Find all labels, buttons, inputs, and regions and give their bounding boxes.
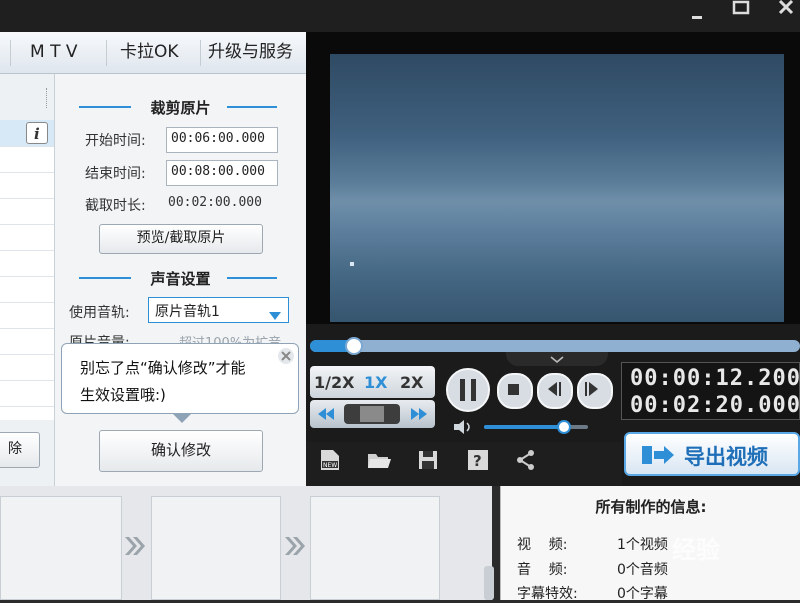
- save-icon[interactable]: [416, 448, 440, 472]
- seek-bar[interactable]: [310, 337, 800, 355]
- tab-bar: M T V 卡拉OK 升级与服务: [0, 32, 306, 74]
- speed-normal[interactable]: 1X: [364, 373, 387, 392]
- column-divider: [46, 88, 47, 108]
- start-time-field[interactable]: 00:06:00.000: [166, 127, 278, 153]
- list-item[interactable]: [0, 250, 54, 277]
- confirm-button[interactable]: 确认修改: [99, 430, 263, 472]
- list-item[interactable]: [0, 198, 54, 225]
- open-folder-icon[interactable]: [366, 448, 392, 472]
- speed-selector[interactable]: 1/2X 1X 2X: [310, 366, 435, 398]
- list-item[interactable]: [0, 146, 54, 173]
- storyboard-slot[interactable]: [151, 496, 281, 600]
- toolbar: [306, 442, 622, 486]
- tab-karaoke[interactable]: 卡拉OK: [120, 32, 179, 74]
- next-frame-button[interactable]: [577, 373, 613, 409]
- maximize-icon[interactable]: [731, 0, 751, 16]
- new-project-icon[interactable]: NEW: [318, 448, 342, 472]
- tab-separator: [10, 40, 11, 66]
- current-time: 00:00:12.200: [630, 366, 800, 391]
- delete-button[interactable]: 除: [0, 432, 40, 468]
- info-subtitle-value: 0个字幕: [617, 586, 668, 602]
- video-speck: [350, 262, 354, 266]
- arrow-right-icon: [124, 534, 146, 558]
- storyboard-scrollbar[interactable]: [484, 566, 494, 600]
- duration-value: 00:02:00.000: [168, 195, 262, 210]
- jog-shuttle[interactable]: [310, 400, 435, 428]
- seek-bar-handle[interactable]: [345, 337, 364, 355]
- video-frame[interactable]: [330, 54, 784, 322]
- tab-separator: [200, 40, 201, 66]
- volume-icon[interactable]: [452, 418, 476, 436]
- tooltip-line-2: 生效设置哦:): [80, 386, 166, 404]
- help-icon[interactable]: ?: [466, 448, 490, 472]
- preview-crop-button[interactable]: 预览/截取原片: [99, 224, 263, 254]
- list-item[interactable]: [0, 172, 54, 199]
- audio-track-select[interactable]: 原片音轨1: [148, 297, 289, 323]
- close-icon[interactable]: [776, 0, 796, 16]
- minimize-icon[interactable]: [690, 6, 704, 20]
- pause-button[interactable]: [446, 368, 490, 412]
- section-divider: [227, 277, 277, 279]
- info-audio-value: 0个音频: [617, 562, 668, 578]
- info-subtitle-label: 字幕特效:: [517, 586, 578, 602]
- section-divider: [227, 106, 277, 108]
- reminder-tooltip: 别忘了点“确认修改”才能 生效设置哦:): [61, 343, 299, 423]
- total-time: 00:02:20.000: [630, 393, 800, 418]
- jog-shuttle-graphic: [318, 404, 427, 424]
- tab-mtv[interactable]: M T V: [30, 32, 78, 74]
- list-footer: 除: [0, 420, 54, 486]
- info-icon[interactable]: i: [26, 122, 48, 144]
- list-item[interactable]: [0, 328, 54, 355]
- file-list: i 除: [0, 74, 55, 486]
- storyboard-slot[interactable]: [310, 496, 440, 600]
- chevron-down-icon: [269, 306, 281, 325]
- tab-upgrade-service[interactable]: 升级与服务: [208, 32, 293, 74]
- list-item[interactable]: [0, 380, 54, 407]
- export-label: 导出视频: [684, 445, 768, 469]
- settings-panel: 裁剪原片 开始时间: 00:06:00.000 结束时间: 00:08:00.0…: [55, 74, 306, 486]
- info-title: 所有制作的信息:: [595, 498, 707, 516]
- volume-slider[interactable]: [484, 420, 588, 434]
- collapse-tab[interactable]: [506, 352, 608, 366]
- time-display: 00:00:12.200 00:02:20.000: [621, 362, 800, 420]
- svg-text:i: i: [34, 125, 40, 143]
- title-bar: [0, 0, 800, 32]
- end-time-field[interactable]: 00:08:00.000: [166, 160, 278, 186]
- volume-slider-handle[interactable]: [557, 420, 572, 434]
- speed-half[interactable]: 1/2X: [314, 373, 354, 392]
- tooltip-line-1: 别忘了点“确认修改”才能: [80, 359, 246, 377]
- tooltip-pointer: [172, 413, 192, 423]
- list-item[interactable]: [0, 276, 54, 303]
- audio-track-value: 原片音轨1: [155, 304, 220, 320]
- storyboard-slot[interactable]: [0, 496, 122, 600]
- end-time-label: 结束时间:: [85, 166, 146, 182]
- duration-label: 截取时长:: [85, 198, 146, 214]
- arrow-right-icon: [284, 534, 306, 558]
- share-icon[interactable]: [514, 448, 538, 472]
- svg-text:NEW: NEW: [323, 462, 337, 469]
- info-video-label: 视 频:: [517, 537, 568, 553]
- list-item[interactable]: [0, 224, 54, 251]
- stop-button[interactable]: [497, 373, 533, 409]
- list-item[interactable]: [0, 354, 54, 381]
- watermark: 经验: [672, 536, 720, 564]
- production-info-panel: 所有制作的信息: 视 频: 1个视频 音 频: 0个音频 字幕特效: 0个字幕: [500, 486, 800, 602]
- list-item[interactable]: [0, 302, 54, 329]
- info-audio-label: 音 频:: [517, 562, 568, 578]
- export-icon: [640, 443, 676, 471]
- export-video-button[interactable]: 导出视频: [624, 432, 800, 476]
- speed-double[interactable]: 2X: [400, 373, 423, 392]
- audio-track-label: 使用音轨:: [69, 305, 130, 321]
- info-video-value: 1个视频: [617, 537, 668, 553]
- list-item-selected[interactable]: i: [0, 120, 54, 147]
- start-time-label: 开始时间:: [85, 133, 146, 149]
- volume-slider-fill: [484, 425, 565, 429]
- svg-text:?: ?: [473, 452, 482, 470]
- list-header: [0, 74, 54, 121]
- tab-separator: [106, 40, 107, 66]
- previous-frame-button[interactable]: [537, 373, 573, 409]
- tooltip-close-icon[interactable]: [276, 346, 296, 366]
